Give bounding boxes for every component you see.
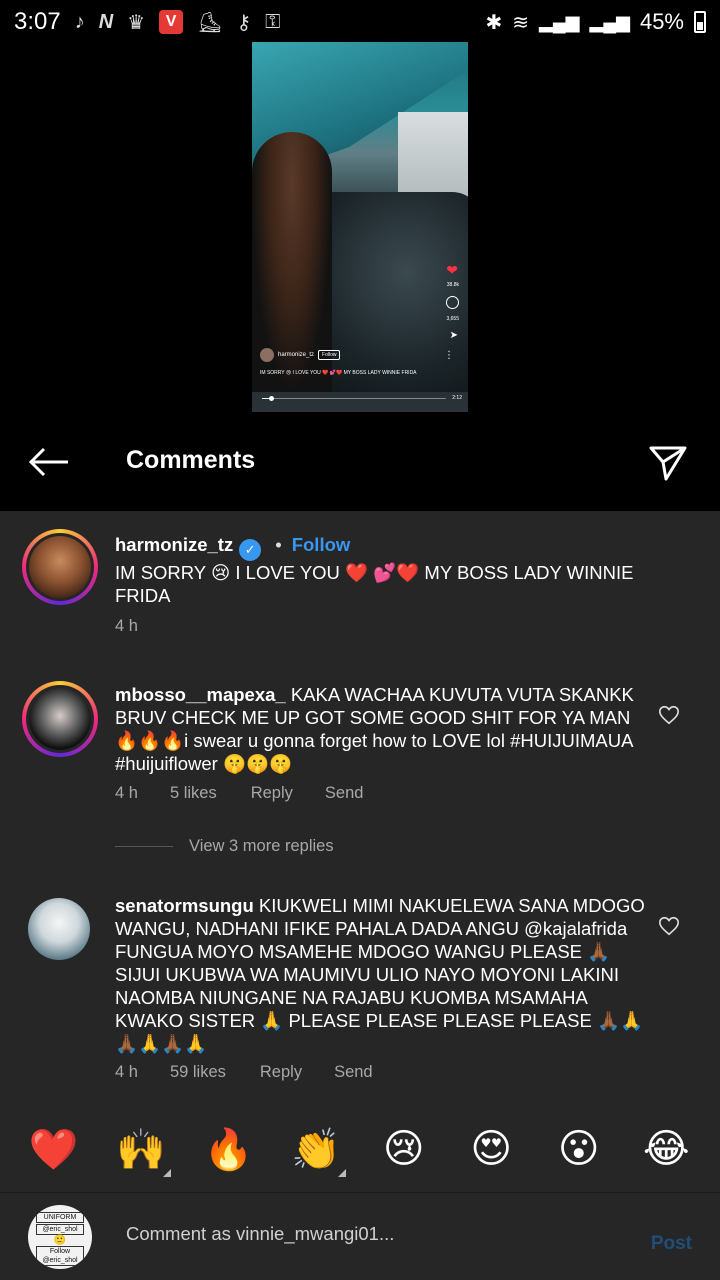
avatar[interactable] xyxy=(28,898,90,960)
signal-icon-2: ▂▄▆ xyxy=(589,11,630,32)
emoji-heart[interactable]: ❤️ xyxy=(24,1126,84,1173)
verified-badge-icon: ✓ xyxy=(239,538,262,561)
emoji-reaction-bar: ❤️ 🙌 🔥 👏 😢 😍 😮 😂 xyxy=(0,1118,720,1180)
post-avatar-ring[interactable] xyxy=(22,529,98,605)
view-replies-label[interactable]: View 3 more replies xyxy=(189,837,334,856)
status-bar: 3:07 ♪ N ♛ V ⛸ ⚷ ⚿ ✱ ≋ ▂▄▆ ▂▄▆ 45% xyxy=(0,0,720,44)
back-arrow-icon[interactable] xyxy=(28,446,70,478)
video-avatar[interactable] xyxy=(260,348,274,362)
comment-input-row: UNIFORM @eric_shol 🙂 Follow @eric_shol P… xyxy=(0,1192,720,1280)
video-progress-knob[interactable] xyxy=(269,396,275,401)
avatar xyxy=(29,536,91,598)
separator-dot: • xyxy=(275,534,282,555)
reply-button[interactable]: Reply xyxy=(251,784,293,803)
video-comment-count: 3,655 xyxy=(446,316,459,322)
status-right: ✱ ≋ ▂▄▆ ▂▄▆ 45% xyxy=(486,9,706,35)
post-time: 4 h xyxy=(115,617,138,635)
emoji-crying[interactable]: 😢 xyxy=(374,1126,434,1172)
video-progress-bar[interactable] xyxy=(262,396,446,401)
post-meta: 4 h xyxy=(115,617,170,636)
comment-body: mbosso__mapexa_ KAKA WACHAA KUVUTA VUTA … xyxy=(115,683,645,775)
key-satellite-icon: ⚷ xyxy=(236,11,252,34)
view-replies-link[interactable]: View 3 more replies xyxy=(115,837,334,856)
reel-video[interactable]: ❤ 38.8k 3,655 ➤ ⋮ harmonize_tz Follow IM… xyxy=(252,42,468,412)
video-username[interactable]: harmonize_tz xyxy=(278,352,314,358)
avatar-text-1: UNIFORM xyxy=(36,1212,84,1223)
send-button[interactable]: Send xyxy=(325,784,364,803)
page-title: Comments xyxy=(126,446,256,474)
video-send-icon[interactable]: ➤ xyxy=(450,330,458,341)
like-heart-icon[interactable] xyxy=(658,915,680,937)
music-note-icon: ♪ xyxy=(74,10,85,33)
premier-league-icon: ♛ xyxy=(127,11,146,34)
comment-text: KIUKWELI MIMI NAKUELEWA SANA MDOGO WANGU… xyxy=(115,895,645,1054)
wifi-icon: ≋ xyxy=(512,11,530,34)
comment-meta: 4 h 5 likes Reply Send xyxy=(115,784,395,803)
comments-header: Comments xyxy=(0,430,720,494)
comment-likes[interactable]: 5 likes xyxy=(170,784,217,803)
avatar-text-3: Follow @eric_shol xyxy=(36,1246,84,1266)
avatar xyxy=(29,688,91,750)
reply-button[interactable]: Reply xyxy=(260,1063,302,1082)
video-caption: IM SORRY 😢 I LOVE YOU ❤️ 💕❤️ MY BOSS LAD… xyxy=(260,370,417,376)
like-heart-icon[interactable] xyxy=(658,704,680,726)
video-user: harmonize_tz Follow xyxy=(260,348,341,362)
follow-button[interactable]: Follow xyxy=(292,534,351,555)
comment-input[interactable] xyxy=(126,1223,606,1245)
avatar-emoji: 🙂 xyxy=(53,1235,67,1246)
comment-username[interactable]: mbosso__mapexa_ xyxy=(115,684,286,705)
video-comment-icon[interactable] xyxy=(446,296,459,309)
video-follow-button[interactable]: Follow xyxy=(318,350,341,360)
video-duration: 2:12 xyxy=(452,395,462,401)
emoji-raised-hands[interactable]: 🙌 xyxy=(111,1126,172,1177)
emoji-surprised[interactable]: 😮 xyxy=(549,1126,609,1172)
video-more-icon[interactable]: ⋮ xyxy=(444,351,454,361)
comment-body: senatormsungu KIUKWELI MIMI NAKUELEWA SA… xyxy=(115,894,645,1055)
netflix-icon: N xyxy=(98,10,114,33)
status-time: 3:07 xyxy=(14,8,61,35)
my-avatar[interactable]: UNIFORM @eric_shol 🙂 Follow @eric_shol xyxy=(28,1205,92,1269)
post-body: harmonize_tz ✓ • Follow IM SORRY 😢 I LOVE Y… xyxy=(115,533,645,607)
skin-tone-indicator-icon xyxy=(338,1168,347,1177)
post-text: IM SORRY 😢 I LOVE YOU ❤️ 💕❤️ MY BOSS LAD… xyxy=(115,561,634,606)
skin-tone-indicator-icon xyxy=(163,1168,172,1177)
emoji-clap-glyph: 👏 xyxy=(291,1126,342,1173)
emoji-clap[interactable]: 👏 xyxy=(286,1126,347,1177)
emoji-heart-eyes[interactable]: 😍 xyxy=(461,1126,521,1172)
post-username[interactable]: harmonize_tz xyxy=(115,534,233,555)
comment-time: 4 h xyxy=(115,784,138,802)
comment-avatar-ring[interactable] xyxy=(22,681,98,757)
bluetooth-icon: ✱ xyxy=(485,11,503,34)
video-heart-icon[interactable]: ❤ xyxy=(446,262,458,279)
status-left: 3:07 ♪ N ♛ V ⛸ ⚷ ⚿ xyxy=(14,8,280,36)
send-button[interactable]: Send xyxy=(334,1063,373,1082)
signal-icon-1: ▂▄▆ xyxy=(539,11,580,32)
battery-percent: 45% xyxy=(639,9,684,34)
video-like-count: 38.8k xyxy=(446,282,459,288)
emoji-laughing[interactable]: 😂 xyxy=(636,1126,696,1172)
sneaker-icon: ⛸ xyxy=(197,11,223,34)
key-icon: ⚿ xyxy=(265,10,281,33)
v-app-icon: V xyxy=(159,10,184,34)
replies-divider xyxy=(115,846,173,847)
comment-username[interactable]: senatormsungu xyxy=(115,895,254,916)
comment-time: 4 h xyxy=(115,1063,138,1081)
comment-likes[interactable]: 59 likes xyxy=(170,1063,226,1082)
comment-meta: 4 h 59 likes Reply Send xyxy=(115,1063,405,1082)
emoji-raised-hands-glyph: 🙌 xyxy=(116,1126,167,1173)
avatar-text-2: @eric_shol xyxy=(36,1224,84,1235)
share-send-icon[interactable] xyxy=(648,442,688,482)
emoji-fire[interactable]: 🔥 xyxy=(199,1126,259,1173)
battery-icon xyxy=(694,11,706,33)
post-button[interactable]: Post xyxy=(651,1233,692,1255)
